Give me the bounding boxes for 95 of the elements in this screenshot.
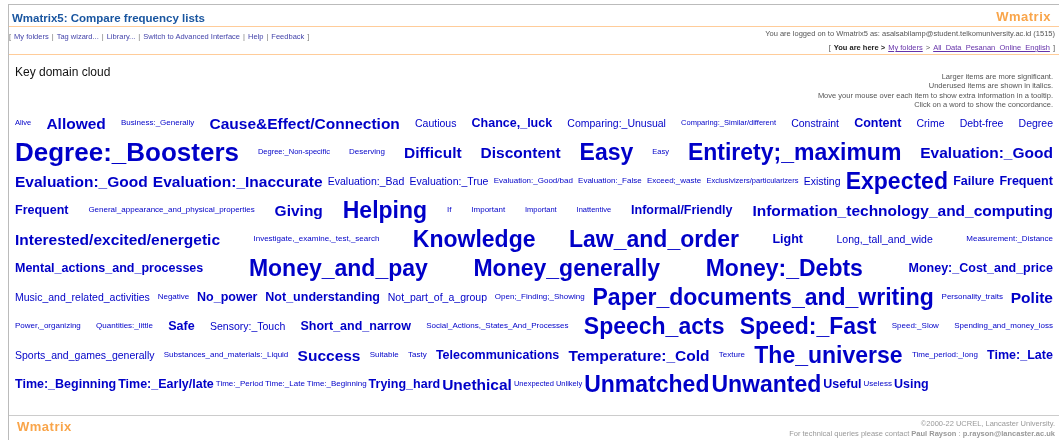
cloud-word[interactable]: Content: [854, 116, 902, 131]
cloud-word[interactable]: Suitable: [369, 351, 399, 360]
cloud-word[interactable]: Evaluation:_False: [578, 177, 642, 186]
cloud-word[interactable]: Degree: [1018, 117, 1053, 130]
cloud-word[interactable]: Cause&Effect/Connection: [209, 114, 400, 132]
cloud-word[interactable]: Measurement:_Distance: [966, 235, 1053, 244]
cloud-word[interactable]: Music_and_related_activities: [15, 291, 150, 304]
cloud-word[interactable]: Frequent: [999, 174, 1053, 189]
cloud-word[interactable]: Evaluation:_Inaccurate: [152, 172, 323, 190]
cloud-word[interactable]: Personality_traits: [941, 293, 1003, 302]
cloud-word[interactable]: Time:_Period: [215, 380, 264, 389]
cloud-word[interactable]: Money:_Cost_and_price: [908, 261, 1053, 276]
cloud-word[interactable]: Open;_Finding;_Showing: [494, 293, 585, 302]
cloud-word[interactable]: Difficult: [403, 143, 462, 161]
cloud-word[interactable]: If: [446, 206, 452, 215]
cloud-word[interactable]: Time_period:_long: [911, 351, 978, 360]
cloud-word[interactable]: Crime: [916, 117, 945, 130]
cloud-word[interactable]: Knowledge: [412, 226, 536, 253]
cloud-word[interactable]: Spending_and_money_loss: [954, 322, 1053, 331]
cloud-word[interactable]: Sensory:_Touch: [209, 320, 286, 333]
cloud-word[interactable]: Evaluation:_Good: [15, 172, 148, 190]
cloud-word[interactable]: Deserving: [349, 148, 385, 157]
cloud-word[interactable]: Evaluation:_Good/bad: [493, 177, 573, 186]
cloud-word[interactable]: Not_understanding: [265, 290, 380, 305]
cloud-word[interactable]: Speed:_Fast: [739, 313, 877, 340]
cloud-word[interactable]: Useful: [823, 377, 862, 392]
cloud-word[interactable]: Quantities:_little: [96, 322, 153, 331]
cloud-word[interactable]: Existing: [803, 175, 841, 188]
cloud-word[interactable]: Temperature:_Cold: [568, 346, 710, 364]
cloud-word[interactable]: Social_Actions,_States_And_Processes: [426, 322, 569, 331]
cloud-word[interactable]: Success: [297, 346, 361, 364]
cloud-word[interactable]: Giving: [274, 201, 323, 219]
cloud-word[interactable]: Money:_Debts: [705, 255, 863, 282]
cloud-word[interactable]: Trying_hard: [368, 377, 441, 392]
cloud-word[interactable]: Light: [772, 232, 803, 247]
cloud-word[interactable]: Tasty: [407, 351, 427, 360]
cloud-word[interactable]: Helping: [342, 197, 428, 224]
page-title: Wmatrix5: Compare frequency lists: [12, 12, 205, 24]
cloud-word[interactable]: Comparing:_Unusual: [567, 117, 666, 130]
cloud-word[interactable]: Money_and_pay: [248, 255, 428, 282]
cloud-word[interactable]: Mental_actions_and_processes: [15, 261, 204, 276]
cloud-word[interactable]: Important: [471, 206, 506, 215]
cloud-word[interactable]: Business:_Generally: [120, 119, 195, 128]
cloud-word[interactable]: Time:_Beginning: [306, 380, 367, 389]
cloud-word[interactable]: Time:_Beginning: [15, 377, 117, 392]
cloud-word[interactable]: Unethical: [442, 375, 512, 393]
cloud-word[interactable]: Time:_Late: [265, 380, 305, 389]
cloud-word[interactable]: Constraint: [791, 117, 839, 130]
cloud-word[interactable]: Safe: [168, 319, 195, 334]
cloud-word[interactable]: Using: [894, 377, 929, 392]
cloud-word[interactable]: The_universe: [754, 342, 903, 369]
cloud-word[interactable]: Easy: [579, 139, 634, 166]
cloud-word[interactable]: Speed:_Slow: [891, 322, 939, 331]
cloud-word[interactable]: General_appearance_and_physical_properties: [88, 206, 255, 215]
cloud-word[interactable]: No_power: [197, 290, 258, 305]
cloud-word[interactable]: Discontent: [480, 143, 561, 161]
cloud-word[interactable]: Evaluation:_Good: [920, 143, 1053, 161]
cloud-word[interactable]: Long,_tall_and_wide: [836, 233, 933, 246]
cloud-word[interactable]: Evaluation:_Bad: [327, 175, 405, 188]
cloud-word[interactable]: Cautious: [414, 117, 457, 130]
cloud-word[interactable]: Frequent: [15, 203, 69, 218]
cloud-word[interactable]: Short_and_narrow: [300, 319, 411, 334]
cloud-word[interactable]: Expected: [845, 168, 948, 195]
section-heading: Key domain cloud: [15, 65, 111, 79]
cloud-word[interactable]: Polite: [1010, 288, 1053, 306]
cloud-word[interactable]: Degree:_Boosters: [15, 138, 239, 167]
logo: Wmatrix: [17, 419, 72, 434]
cloud-word[interactable]: Debt-free: [959, 117, 1004, 130]
cloud-word[interactable]: Exceed;_waste: [646, 177, 702, 186]
cloud-word[interactable]: Sports_and_games_generally: [15, 349, 155, 362]
cloud-word[interactable]: Time:_Early/late: [118, 377, 214, 392]
cloud-word[interactable]: Allowed: [46, 114, 106, 132]
cloud-word[interactable]: Texture: [718, 351, 746, 360]
cloud-word[interactable]: Not_part_of_a_group: [387, 291, 487, 304]
cloud-word[interactable]: Entirety;_maximum: [687, 139, 902, 166]
cloud-word[interactable]: Chance,_luck: [471, 116, 553, 131]
cloud-word[interactable]: Negative: [157, 293, 190, 302]
logo: Wmatrix: [996, 9, 1051, 24]
cloud-word[interactable]: Useless: [863, 380, 892, 389]
cloud-word[interactable]: Time:_Late: [987, 348, 1053, 363]
cloud-word[interactable]: Failure: [953, 174, 995, 189]
cloud-word[interactable]: Unmatched: [584, 371, 710, 398]
cloud-word[interactable]: Telecommunications: [435, 348, 560, 363]
cloud-word[interactable]: Investigate,_examine,_test,_search: [253, 235, 380, 244]
cloud-word[interactable]: Information_technology_and_computing: [752, 201, 1053, 219]
cloud-word[interactable]: Law_and_order: [568, 226, 739, 253]
cloud-word[interactable]: Paper_documents_and_writing: [592, 284, 934, 311]
cloud-word[interactable]: Evaluation:_True: [409, 175, 489, 188]
cloud-word[interactable]: Interested/excited/energetic: [15, 230, 221, 248]
cloud-word[interactable]: Power,_organizing: [15, 322, 81, 331]
cloud-word[interactable]: Speech_acts: [583, 313, 725, 340]
cloud-word[interactable]: Informal/Friendly: [631, 203, 733, 218]
cloud-word[interactable]: Money_generally: [473, 255, 661, 282]
cloud-word[interactable]: Substances_and_materials:_Liquid: [163, 351, 289, 360]
cloud-word[interactable]: Unwanted: [711, 371, 822, 398]
